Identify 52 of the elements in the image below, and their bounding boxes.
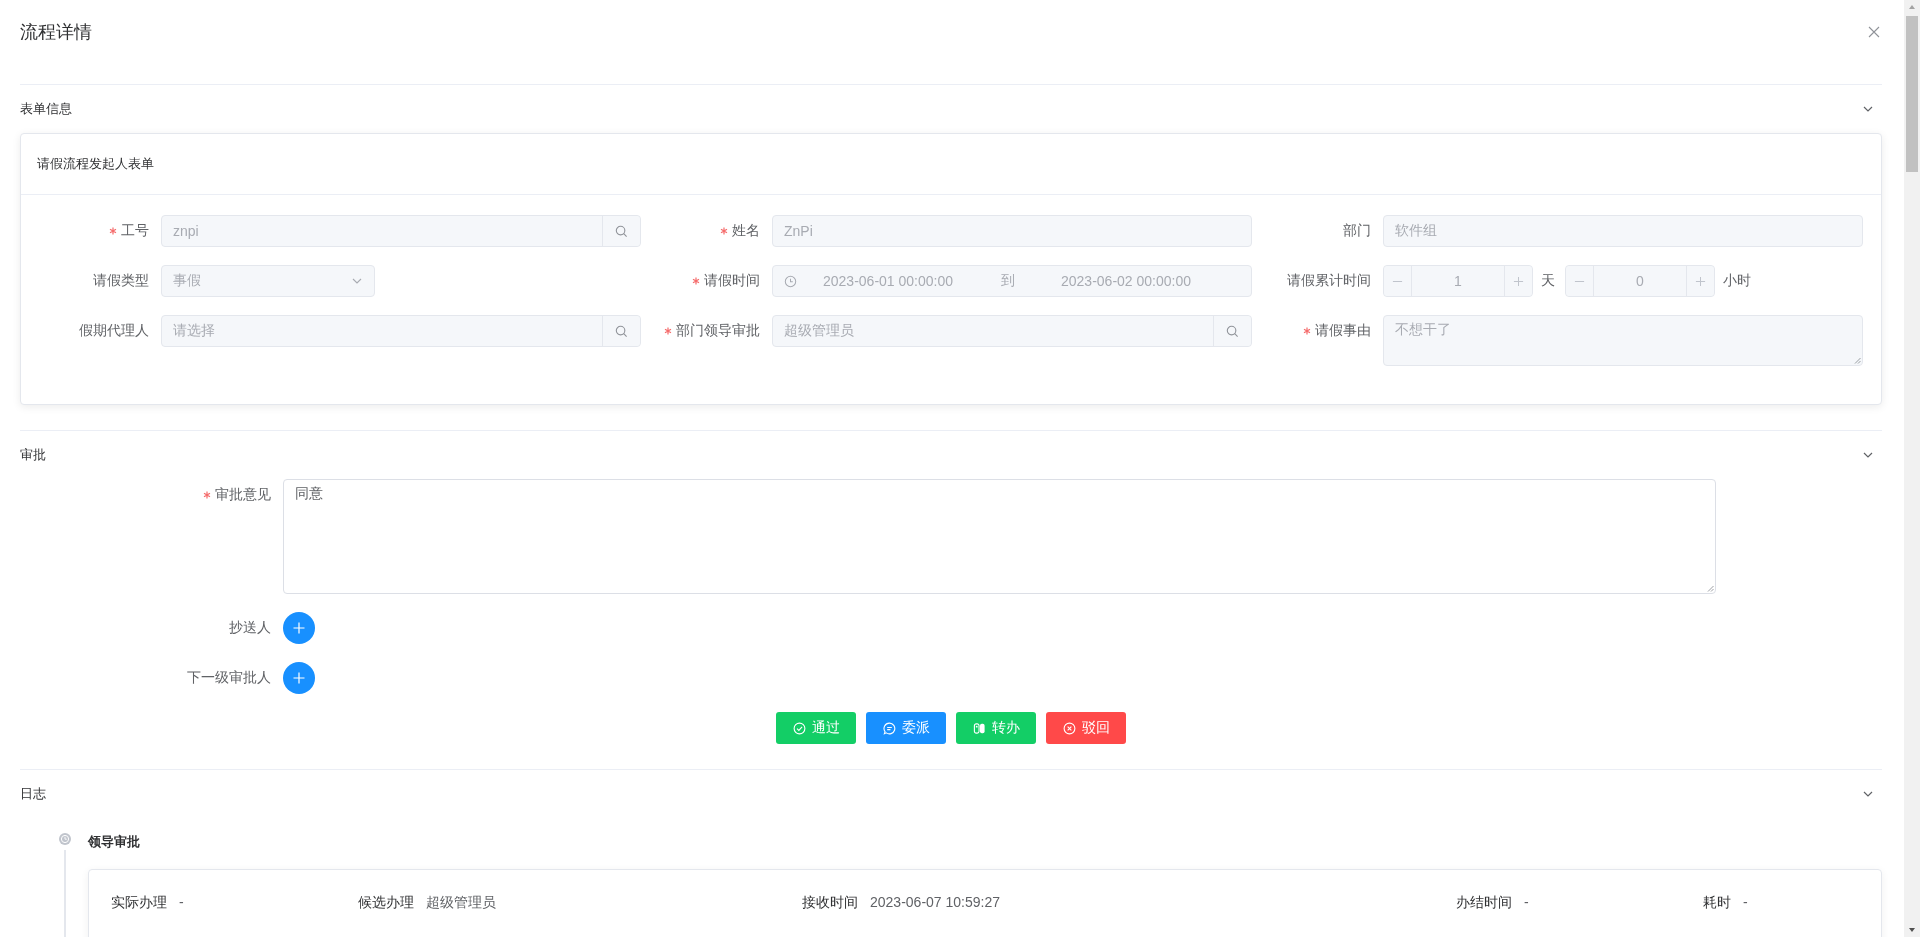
log-label: 耗时 — [1703, 893, 1731, 912]
plus-icon — [293, 622, 305, 634]
action-button[interactable]: 通过 — [776, 712, 856, 744]
timeline-dot — [59, 833, 71, 845]
clock-icon — [784, 274, 797, 288]
field-label: 假期代理人 — [79, 322, 149, 340]
add-button[interactable] — [283, 662, 315, 694]
field-label: 请假类型 — [93, 272, 149, 290]
action-button[interactable]: 转办 — [956, 712, 1036, 744]
field-label: 下一级审批人 — [187, 669, 271, 687]
log-value: 2023-06-07 10:59:27 — [870, 893, 1000, 912]
field-label: 请假时间 — [704, 272, 760, 290]
action-button[interactable]: 驳回 — [1046, 712, 1126, 744]
search-icon — [1226, 324, 1239, 338]
log-title: 领导审批 — [88, 833, 141, 851]
plus-icon — [1695, 275, 1706, 287]
log-label: 候选办理 — [358, 893, 414, 912]
opinion-textarea[interactable]: 同意 — [283, 479, 1716, 594]
dialog-title: 流程详情 — [20, 21, 92, 44]
field-label: 抄送人 — [229, 619, 271, 637]
field-label: 部门领导审批 — [676, 322, 760, 340]
section-title: 审批 — [20, 446, 46, 464]
unit-label: 小时 — [1722, 272, 1752, 290]
search-icon — [615, 224, 628, 238]
card-title: 请假流程发起人表单 — [37, 155, 154, 173]
close-icon[interactable] — [1868, 26, 1880, 38]
section-title: 表单信息 — [20, 100, 72, 118]
add-button[interactable] — [283, 612, 315, 644]
field-label: 审批意见 — [215, 486, 271, 504]
x-circle-icon — [1062, 721, 1076, 735]
field-label: 姓名 — [732, 222, 760, 240]
field-label: 请假累计时间 — [1287, 272, 1371, 290]
plus-icon — [293, 672, 305, 684]
chat-bubble-icon — [882, 721, 896, 735]
field-label: 部门 — [1343, 222, 1371, 240]
log-label: 接收时间 — [802, 893, 858, 912]
log-value: - — [179, 893, 184, 912]
action-button[interactable]: 委派 — [866, 712, 946, 744]
plus-icon — [1513, 275, 1524, 287]
unit-label: 天 — [1540, 272, 1556, 290]
log-value: 超级管理员 — [426, 893, 496, 912]
search-icon — [615, 324, 628, 338]
check-circle-icon — [792, 721, 806, 735]
resize-grip-icon[interactable] — [1707, 585, 1714, 592]
field-label: 工号 — [121, 222, 149, 240]
log-value: - — [1524, 893, 1529, 912]
log-value: - — [1743, 893, 1748, 912]
switch-icon — [972, 721, 986, 735]
log-label: 办结时间 — [1456, 893, 1512, 912]
log-label: 实际办理 — [111, 893, 167, 912]
section-title: 日志 — [20, 785, 46, 803]
field-label: 请假事由 — [1315, 322, 1371, 340]
